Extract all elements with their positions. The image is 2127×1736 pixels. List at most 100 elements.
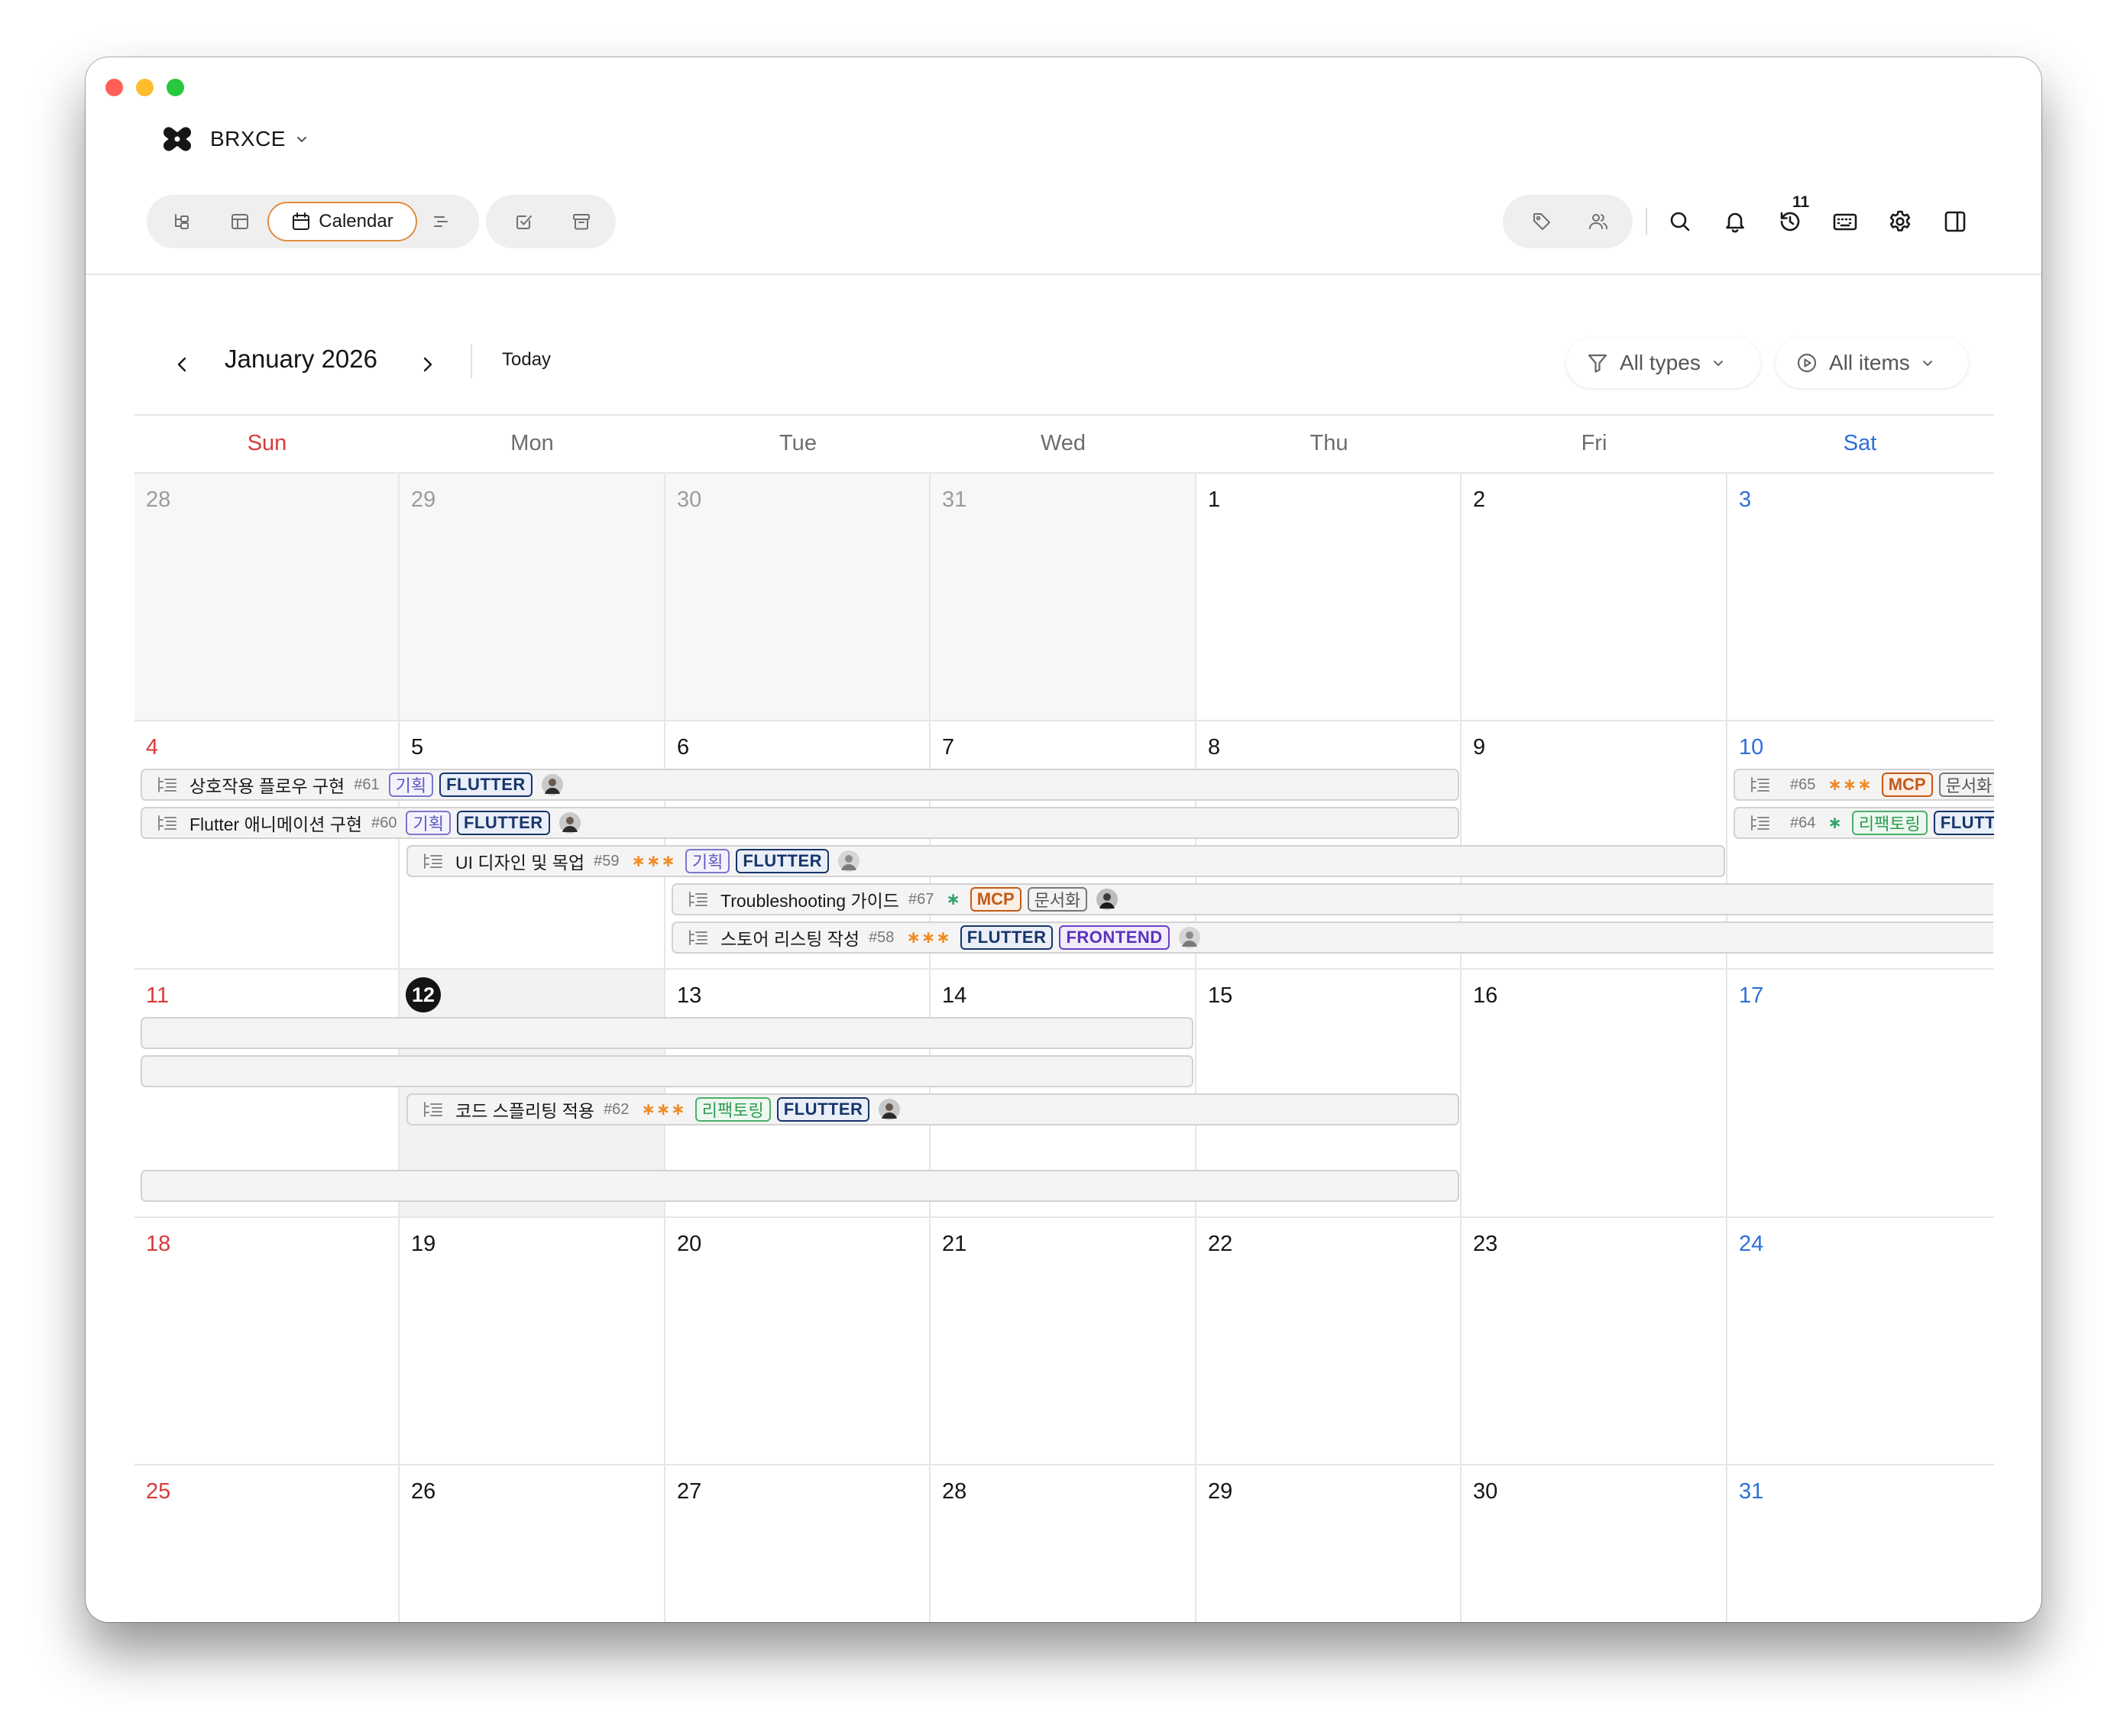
event-title: 상호작용 플로우 구현 xyxy=(189,776,345,796)
day-cell[interactable]: 17 xyxy=(1727,970,1994,1218)
day-cell[interactable]: 31 xyxy=(1727,1466,1994,1622)
day-cell[interactable]: 25 xyxy=(134,1466,400,1622)
day-cell[interactable]: 1 xyxy=(1196,474,1462,721)
priority-indicator: ∗ xyxy=(946,889,961,908)
workspace-switcher[interactable]: BRXCE xyxy=(158,120,309,158)
header-divider xyxy=(86,274,2041,275)
event-bar[interactable]: #65 ∗∗∗ MCP 문서화 xyxy=(1734,769,1994,801)
day-cell[interactable]: 21 xyxy=(931,1218,1196,1466)
weekday-sat: Sat xyxy=(1843,431,1877,455)
day-cell[interactable]: 24 xyxy=(1727,1218,1994,1466)
timeline-view-button[interactable] xyxy=(424,204,459,239)
task-list-icon xyxy=(424,1102,442,1117)
day-cell[interactable]: 27 xyxy=(665,1466,931,1622)
day-number: 25 xyxy=(146,1479,171,1504)
assignee-avatar xyxy=(838,850,860,872)
calendar-view-label: Calendar xyxy=(319,211,393,232)
assignee-avatar xyxy=(879,1099,901,1120)
event-bar[interactable]: Flutter 애니메이션 구현 #60 기획 FLUTTER xyxy=(141,807,1459,839)
event-bar[interactable]: Troubleshooting 가이드 #67 ∗ MCP 문서화 xyxy=(672,883,1993,915)
event-tag: 기획 xyxy=(685,849,730,873)
notifications-button[interactable] xyxy=(1717,204,1753,239)
table-view-icon xyxy=(231,214,248,229)
day-cell[interactable]: 23 xyxy=(1462,1218,1727,1466)
chevron-down-icon xyxy=(1922,361,1932,366)
next-month-button[interactable] xyxy=(414,351,440,377)
items-filter-dropdown[interactable]: All items xyxy=(1776,338,1968,388)
brand-logo-icon xyxy=(163,127,192,151)
type-filter-dropdown[interactable]: All types xyxy=(1566,338,1760,388)
day-number: 4 xyxy=(146,735,159,760)
day-cell[interactable]: 20 xyxy=(665,1218,931,1466)
priority-indicator: ∗∗∗ xyxy=(906,928,951,947)
event-bar[interactable]: 코드 스플리팅 적용 #62 ∗∗∗ 리팩토링 FLUTTER xyxy=(406,1093,1459,1125)
tasks-button[interactable] xyxy=(507,204,542,239)
weekday-mon: Mon xyxy=(510,431,554,455)
day-number: 11 xyxy=(146,983,170,1008)
day-number: 1 xyxy=(1208,487,1221,512)
event-tag: 문서화 xyxy=(1027,887,1088,912)
event-tag: FLUTTER xyxy=(1933,811,1994,835)
event-bar-continuation[interactable] xyxy=(141,1055,1193,1087)
event-bar[interactable]: 스토어 리스팅 작성 #58 ∗∗∗ FLUTTER FRONTEND xyxy=(672,921,1993,954)
event-number: #62 xyxy=(604,1100,630,1118)
secondary-switcher xyxy=(486,195,616,248)
hierarchy-view-button[interactable] xyxy=(164,204,199,239)
event-tag: FLUTTER xyxy=(776,1097,870,1122)
event-bar-continuation[interactable] xyxy=(141,1170,1459,1202)
keyboard-shortcuts-button[interactable] xyxy=(1828,204,1863,239)
day-number: 19 xyxy=(411,1232,436,1256)
event-tag: FRONTEND xyxy=(1059,925,1170,950)
members-button[interactable] xyxy=(1581,204,1616,239)
task-list-icon xyxy=(689,930,707,945)
today-button[interactable]: Today xyxy=(502,349,551,371)
day-cell[interactable]: 26 xyxy=(400,1466,665,1622)
archive-button[interactable] xyxy=(564,204,599,239)
day-number: 29 xyxy=(1208,1479,1233,1504)
search-button[interactable] xyxy=(1662,204,1698,239)
day-cell[interactable]: 29 xyxy=(1196,1466,1462,1622)
calendar-view-button[interactable]: Calendar xyxy=(267,202,417,241)
day-number: 21 xyxy=(942,1232,967,1256)
minimize-window-button[interactable] xyxy=(136,79,154,96)
day-cell[interactable]: 29 xyxy=(400,474,665,721)
close-window-button[interactable] xyxy=(105,79,123,96)
day-cell[interactable]: 16 xyxy=(1462,970,1727,1218)
event-number: #65 xyxy=(1790,776,1816,793)
event-number: #61 xyxy=(354,776,380,793)
priority-indicator: ∗∗∗ xyxy=(641,1100,686,1119)
day-cell[interactable]: 28 xyxy=(134,474,400,721)
day-cell[interactable]: 30 xyxy=(665,474,931,721)
settings-button[interactable] xyxy=(1883,204,1918,239)
toggle-sidebar-button[interactable] xyxy=(1938,204,1973,239)
event-bar[interactable]: #64 ∗ 리팩토링 FLUTTER xyxy=(1734,807,1994,839)
table-view-button[interactable] xyxy=(222,204,257,239)
event-number: #60 xyxy=(371,814,397,831)
day-number: 10 xyxy=(1739,735,1764,760)
event-bar[interactable]: 상호작용 플로우 구현 #61 기획 FLUTTER xyxy=(141,769,1459,801)
prev-month-button[interactable] xyxy=(170,351,196,377)
event-tag: 기획 xyxy=(388,772,434,797)
day-cell[interactable]: 22 xyxy=(1196,1218,1462,1466)
chevron-down-icon xyxy=(1713,361,1723,366)
event-bar[interactable]: UI 디자인 및 목업 #59 ∗∗∗ 기획 FLUTTER xyxy=(406,845,1725,877)
weekday-fri: Fri xyxy=(1581,431,1607,455)
zoom-window-button[interactable] xyxy=(167,79,184,96)
day-cell[interactable]: 3 xyxy=(1727,474,1994,721)
keyboard-icon xyxy=(1833,213,1857,231)
day-number: 9 xyxy=(1473,735,1486,760)
day-cell[interactable]: 18 xyxy=(134,1218,400,1466)
weekday-wed: Wed xyxy=(1040,431,1086,455)
day-cell[interactable]: 31 xyxy=(931,474,1196,721)
filter-icon xyxy=(1588,354,1607,373)
day-cell[interactable]: 30 xyxy=(1462,1466,1727,1622)
event-bar-continuation[interactable] xyxy=(141,1017,1193,1049)
day-cell[interactable]: 2 xyxy=(1462,474,1727,721)
task-list-icon xyxy=(158,815,176,831)
day-number: 15 xyxy=(1208,983,1233,1008)
event-tag: FLUTTER xyxy=(439,772,533,797)
day-cell[interactable]: 4 xyxy=(134,721,400,970)
day-cell[interactable]: 28 xyxy=(931,1466,1196,1622)
day-cell[interactable]: 19 xyxy=(400,1218,665,1466)
tags-button[interactable] xyxy=(1524,204,1559,239)
